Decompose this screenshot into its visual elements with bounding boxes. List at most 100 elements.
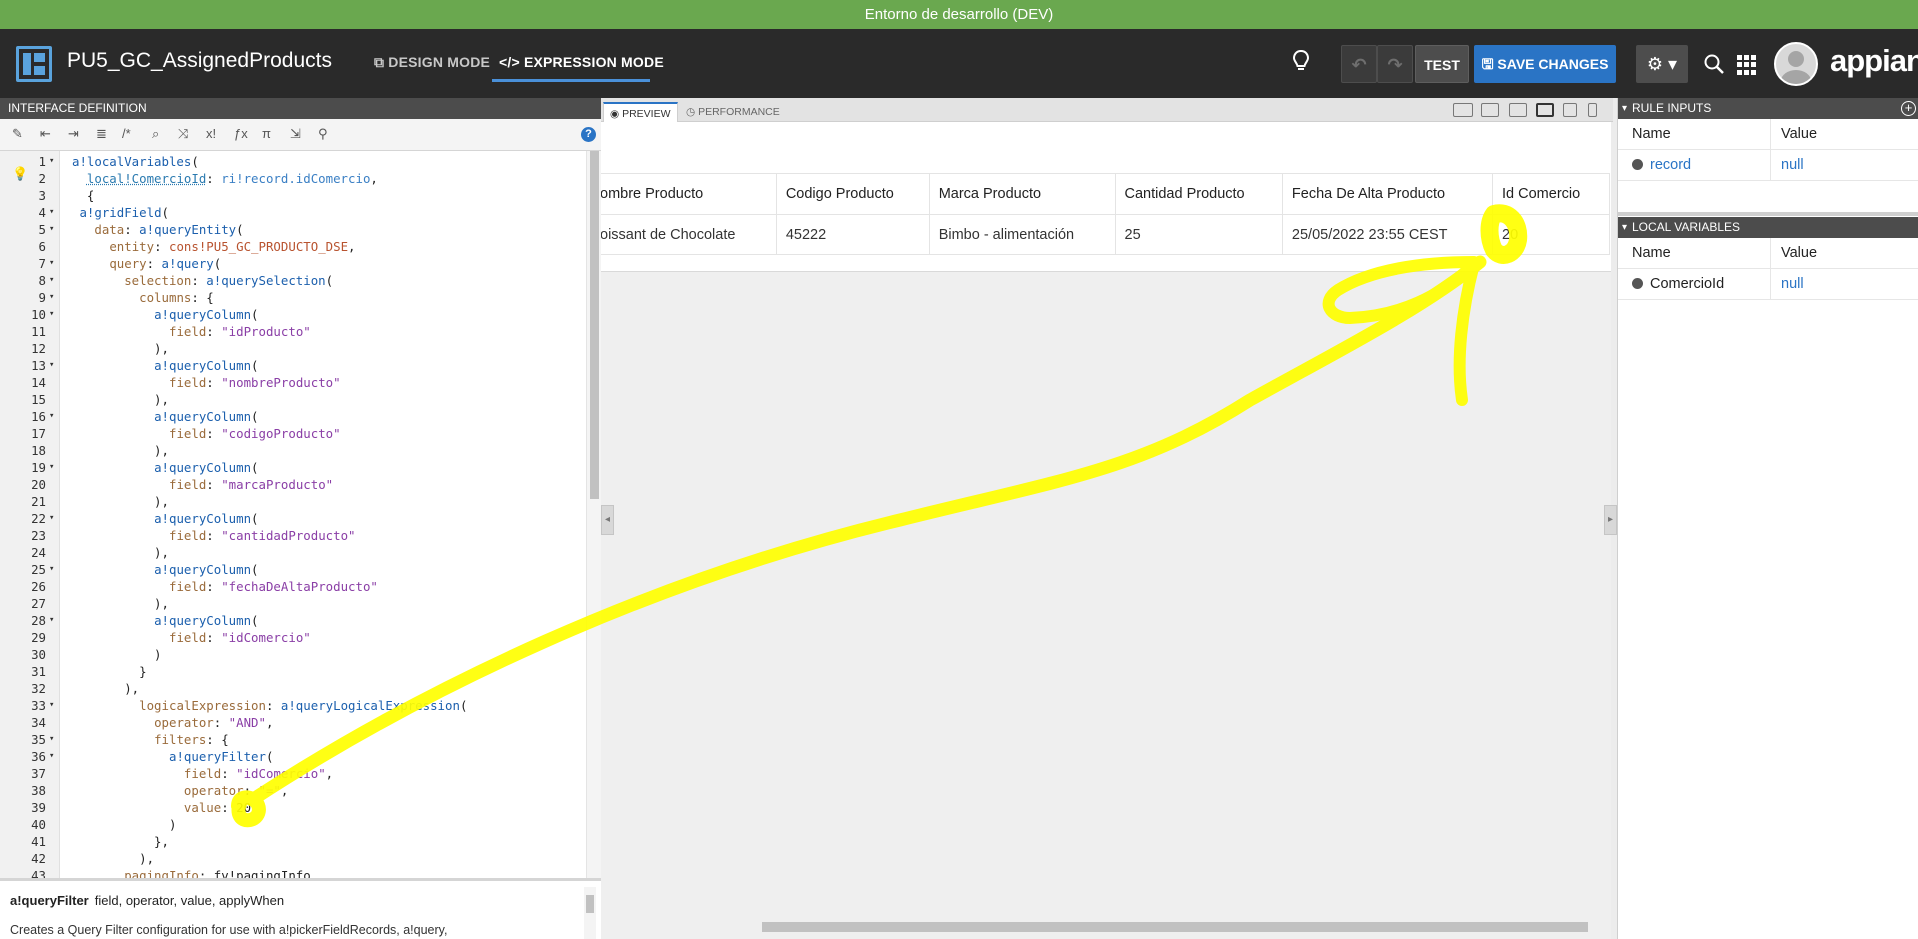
doc-scrollbar[interactable] bbox=[584, 887, 596, 939]
code-text[interactable]: value: 20 bbox=[72, 799, 251, 816]
code-line[interactable]: 6 entity: cons!PU5_GC_PRODUCTO_DSE, bbox=[0, 238, 586, 255]
settings-menu-button[interactable]: ⚙ ▾ bbox=[1636, 45, 1688, 83]
code-text[interactable]: a!queryColumn( bbox=[72, 459, 258, 476]
export-icon[interactable]: ⇲ bbox=[290, 126, 301, 142]
grid-column-header[interactable]: Id Comercio bbox=[1492, 173, 1610, 215]
code-line[interactable]: 20 field: "marcaProducto" bbox=[0, 476, 586, 493]
code-line[interactable]: 9 ▾ columns: { bbox=[0, 289, 586, 306]
code-text[interactable]: a!queryFilter( bbox=[72, 748, 273, 765]
code-text[interactable]: ), bbox=[72, 595, 169, 612]
code-text[interactable]: } bbox=[72, 663, 146, 680]
code-text[interactable]: entity: cons!PU5_GC_PRODUCTO_DSE, bbox=[72, 238, 355, 255]
fold-toggle-icon[interactable]: ▾ bbox=[49, 731, 54, 748]
fit-width-icon[interactable] bbox=[1453, 103, 1473, 117]
code-line[interactable]: 21 ), bbox=[0, 493, 586, 510]
editor-vertical-scrollbar[interactable] bbox=[586, 151, 601, 878]
indent-icon[interactable]: ⇥ bbox=[68, 126, 79, 142]
code-line[interactable]: 42 ), bbox=[0, 850, 586, 867]
code-line[interactable]: 30 ) bbox=[0, 646, 586, 663]
code-line[interactable]: 25 ▾ a!queryColumn( bbox=[0, 561, 586, 578]
code-line[interactable]: 33 ▾ logicalExpression: a!queryLogicalExp… bbox=[0, 697, 586, 714]
code-line[interactable]: 38 operator: "=", bbox=[0, 782, 586, 799]
code-text[interactable]: field: "marcaProducto" bbox=[72, 476, 333, 493]
code-line[interactable]: 14 field: "nombreProducto" bbox=[0, 374, 586, 391]
code-text[interactable]: operator: "=", bbox=[72, 782, 288, 799]
tab-preview[interactable]: ◉ PREVIEW bbox=[603, 102, 678, 122]
fold-toggle-icon[interactable]: ▾ bbox=[49, 697, 54, 714]
constant-icon[interactable]: π bbox=[262, 126, 271, 141]
code-text[interactable]: a!queryColumn( bbox=[72, 408, 258, 425]
fold-toggle-icon[interactable]: ▾ bbox=[49, 510, 54, 527]
redo-button[interactable]: ↷ bbox=[1377, 45, 1413, 83]
user-avatar[interactable] bbox=[1774, 42, 1818, 86]
code-text[interactable]: a!queryColumn( bbox=[72, 357, 258, 374]
lightbulb-icon[interactable] bbox=[1292, 49, 1310, 73]
code-line[interactable]: 11 field: "idProducto" bbox=[0, 323, 586, 340]
add-rule-input-icon[interactable]: + bbox=[1901, 101, 1916, 116]
code-text[interactable]: }, bbox=[72, 833, 169, 850]
code-text[interactable]: a!queryColumn( bbox=[72, 612, 258, 629]
design-mode-tab[interactable]: ⧉ DESIGN MODE bbox=[374, 54, 490, 71]
code-text[interactable]: { bbox=[72, 187, 94, 204]
code-text[interactable]: a!localVariables( bbox=[72, 153, 199, 170]
search-objects-icon[interactable] bbox=[1703, 53, 1725, 75]
code-text[interactable]: field: "idComercio", bbox=[72, 765, 333, 782]
code-text[interactable]: field: "fechaDeAltaProducto" bbox=[72, 578, 378, 595]
code-line[interactable]: 1 ▾ a!localVariables( bbox=[0, 153, 586, 170]
code-text[interactable]: query: a!query( bbox=[72, 255, 221, 272]
code-line[interactable]: 2 local!ComercioId: ri!record.idComercio… bbox=[0, 170, 586, 187]
code-line[interactable]: 41 }, bbox=[0, 833, 586, 850]
code-line[interactable]: 29 field: "idComercio" bbox=[0, 629, 586, 646]
code-text[interactable]: a!gridField( bbox=[72, 204, 169, 221]
local-variable-value[interactable]: null bbox=[1781, 276, 1804, 292]
grid-column-header[interactable]: Codigo Producto bbox=[775, 173, 930, 215]
fold-toggle-icon[interactable]: ▾ bbox=[49, 561, 54, 578]
desktop-wide-icon[interactable] bbox=[1481, 103, 1499, 117]
grid-column-header[interactable]: Marca Producto bbox=[928, 173, 1116, 215]
code-line[interactable]: 32 ), bbox=[0, 680, 586, 697]
code-line[interactable]: 36 ▾ a!queryFilter( bbox=[0, 748, 586, 765]
code-line[interactable]: 34 operator: "AND", bbox=[0, 714, 586, 731]
code-text[interactable]: field: "nombreProducto" bbox=[72, 374, 341, 391]
code-line[interactable]: 19 ▾ a!queryColumn( bbox=[0, 459, 586, 476]
save-changes-button[interactable]: 🖫 SAVE CHANGES bbox=[1474, 45, 1616, 83]
code-text[interactable]: ), bbox=[72, 544, 169, 561]
format-icon[interactable]: ≣ bbox=[96, 126, 107, 142]
test-button[interactable]: TEST bbox=[1415, 45, 1469, 83]
expression-mode-tab[interactable]: </> EXPRESSION MODE bbox=[499, 54, 664, 70]
fold-toggle-icon[interactable]: ▾ bbox=[49, 408, 54, 425]
code-line[interactable]: 27 ), bbox=[0, 595, 586, 612]
code-line[interactable]: 4 ▾ a!gridField( bbox=[0, 204, 586, 221]
code-text[interactable]: a!queryColumn( bbox=[72, 306, 258, 323]
grid-column-header[interactable]: Fecha De Alta Producto bbox=[1281, 173, 1494, 215]
code-text[interactable]: pagingInfo: fv!pagingInfo bbox=[72, 867, 311, 878]
panel-divider[interactable] bbox=[1618, 212, 1918, 216]
fold-toggle-icon[interactable]: ▾ bbox=[49, 204, 54, 221]
code-text[interactable]: ) bbox=[72, 816, 176, 833]
desktop-icon[interactable] bbox=[1509, 103, 1527, 117]
undo-button[interactable]: ↶ bbox=[1341, 45, 1377, 83]
code-line[interactable]: 18 ), bbox=[0, 442, 586, 459]
comment-icon[interactable]: /* bbox=[122, 126, 131, 141]
code-text[interactable]: operator: "AND", bbox=[72, 714, 273, 731]
fold-toggle-icon[interactable]: ▾ bbox=[49, 357, 54, 374]
test-query-icon[interactable]: ⚲ bbox=[318, 126, 328, 142]
code-text[interactable]: ), bbox=[72, 850, 154, 867]
grid-column-header[interactable]: ombre Producto bbox=[601, 173, 777, 215]
fold-toggle-icon[interactable]: ▾ bbox=[49, 748, 54, 765]
code-text[interactable]: ), bbox=[72, 391, 169, 408]
code-line[interactable]: 3 { bbox=[0, 187, 586, 204]
preview-scroll-thumb[interactable] bbox=[762, 922, 1588, 932]
code-text[interactable]: ) bbox=[72, 646, 161, 663]
code-line[interactable]: 39 value: 20 bbox=[0, 799, 586, 816]
phone-icon[interactable] bbox=[1588, 103, 1597, 117]
editor-scroll-thumb[interactable] bbox=[590, 151, 599, 499]
code-text[interactable]: local!ComercioId: ri!record.idComercio, bbox=[72, 170, 378, 187]
code-text[interactable]: data: a!queryEntity( bbox=[72, 221, 243, 238]
code-line[interactable]: 15 ), bbox=[0, 391, 586, 408]
expression-rule-icon[interactable]: x! bbox=[206, 126, 216, 141]
code-line[interactable]: 13 ▾ a!queryColumn( bbox=[0, 357, 586, 374]
rule-input-value[interactable]: null bbox=[1781, 157, 1804, 173]
desktop-narrow-icon[interactable] bbox=[1536, 103, 1554, 117]
code-text[interactable]: field: "idComercio" bbox=[72, 629, 311, 646]
